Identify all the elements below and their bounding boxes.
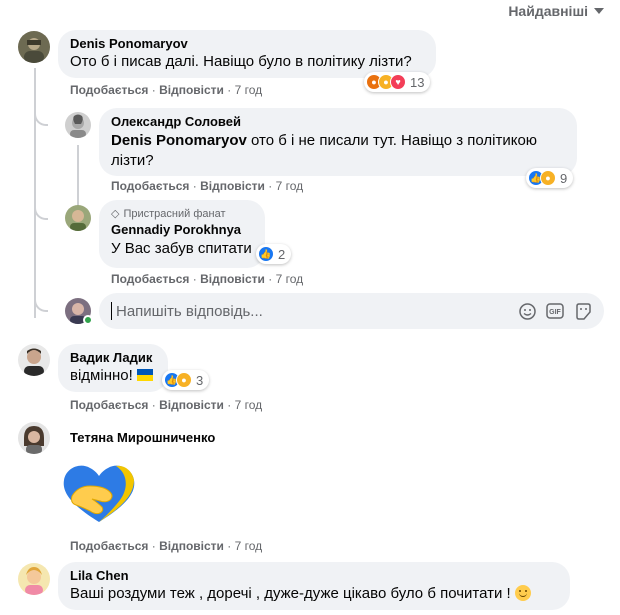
avatar[interactable] [18,344,50,376]
separator: · [151,398,156,412]
comment-time[interactable]: 7 год [235,83,263,97]
reply-link[interactable]: Відповісти [159,83,224,97]
avatar[interactable] [65,112,91,138]
separator: · [268,272,273,286]
comment-text: У Вас забув спитати [111,240,252,257]
reply-link[interactable]: Відповісти [200,272,265,286]
comment-time[interactable]: 7 год [276,179,304,193]
comment-bubble: Lila Chen Ваші роздуми теж , доречі , ду… [58,562,570,610]
love-reaction-icon: ♥ [390,74,406,90]
reaction-count: 2 [278,246,286,262]
diamond-icon: ◇ [111,208,120,220]
gif-icon[interactable]: GIF [546,302,564,320]
avatar[interactable] [18,563,50,595]
like-link[interactable]: Подобається [111,179,189,193]
comment-bubble: ◇ Пристрасний фанат Gennadiy Porokhnya У… [99,200,265,268]
reply-link[interactable]: Відповісти [159,398,224,412]
text-cursor [111,302,112,320]
like-link[interactable]: Подобається [70,398,148,412]
sort-dropdown[interactable]: Найдавніші [508,3,604,19]
comment-bubble: Denis Ponomaryov Ото б і писав далі. Нав… [58,30,436,78]
comment-time[interactable]: 7 год [235,398,263,412]
comment-text: відмінно! [70,366,156,386]
heart-hands-sticker[interactable] [60,462,138,526]
reaction-count: 3 [196,372,204,388]
comment-text-part: лізти? [111,152,154,169]
comment-author[interactable]: Олександр Соловей [111,114,565,129]
separator: · [268,179,273,193]
top-fan-badge: ◇ Пристрасний фанат [111,207,253,221]
avatar[interactable] [18,422,50,454]
separator: · [227,398,232,412]
reply-input[interactable] [114,301,518,321]
comment-actions: Подобається · Відповісти · 7 год [70,398,262,412]
comment-author[interactable]: Gennadiy Porokhnya [111,222,253,237]
reaction-summary[interactable]: 👍 ● 9 [526,168,574,188]
separator: · [192,272,197,286]
mention-link[interactable]: Denis Ponomaryov [111,132,247,149]
separator: · [227,539,232,553]
comment-text: Ваші роздуми теж , доречі , дуже-дуже ці… [70,584,558,604]
emoji-icon[interactable] [518,302,536,320]
haha-reaction-icon: ● [176,372,192,388]
sort-label: Найдавніші [508,3,588,19]
reaction-count: 9 [560,170,568,186]
separator: · [151,539,156,553]
comment-author[interactable]: Denis Ponomaryov [70,36,424,51]
thread-connector [34,280,48,312]
like-link[interactable]: Подобається [70,539,148,553]
comment-bubble: Олександр Соловей Denis Ponomaryov ото б… [99,108,577,176]
comment-text-part: відмінно! [70,367,133,384]
comment-text-part: ото б і не писали тут. Навіщо з політико… [246,132,538,149]
sticker-icon[interactable] [574,302,592,320]
thread-connector [34,96,48,126]
reaction-summary[interactable]: 👍 2 [256,244,292,264]
comment-actions: Подобається · Відповісти · 7 год [70,539,262,553]
comment-author[interactable]: Тетяна Мирошниченко [70,430,215,445]
thread-connector [34,190,48,220]
like-link[interactable]: Подобається [70,83,148,97]
svg-text:GIF: GIF [549,309,561,316]
comment-text: Denis Ponomaryov ото б і не писали тут. … [111,131,565,171]
chevron-down-icon [594,8,604,14]
online-status-dot [83,315,93,325]
separator: · [227,83,232,97]
ukraine-flag-icon [136,369,153,381]
reaction-summary[interactable]: ● ● ♥ 13 [364,72,431,92]
like-reaction-icon: 👍 [258,246,274,262]
reply-link[interactable]: Відповісти [159,539,224,553]
like-link[interactable]: Подобається [111,272,189,286]
reaction-summary[interactable]: 👍 ● 3 [162,370,210,390]
reply-composer[interactable]: GIF [99,293,604,329]
comment-author[interactable]: Lila Chen [70,568,558,583]
comment-time[interactable]: 7 год [276,272,304,286]
reaction-count: 13 [410,74,425,90]
comment-text: Ото б і писав далі. Навіщо було в політи… [70,53,412,70]
reply-link[interactable]: Відповісти [200,179,265,193]
separator: · [192,179,197,193]
comment-text-part: Ваші роздуми теж , доречі , дуже-дуже ці… [70,585,511,602]
avatar[interactable] [65,205,91,231]
comment-time[interactable]: 7 год [235,539,263,553]
comment-author[interactable]: Вадик Ладик [70,350,156,365]
smiling-face-icon [514,585,531,601]
comment-bubble: Вадик Ладик відмінно! [58,344,168,392]
badge-label: Пристрасний фанат [123,207,226,220]
haha-reaction-icon: ● [540,170,556,186]
separator: · [151,83,156,97]
comment-actions: Подобається · Відповісти · 7 год [111,272,303,286]
avatar[interactable] [18,31,50,63]
comment-actions: Подобається · Відповісти · 7 год [70,83,262,97]
comment-actions: Подобається · Відповісти · 7 год [111,179,303,193]
